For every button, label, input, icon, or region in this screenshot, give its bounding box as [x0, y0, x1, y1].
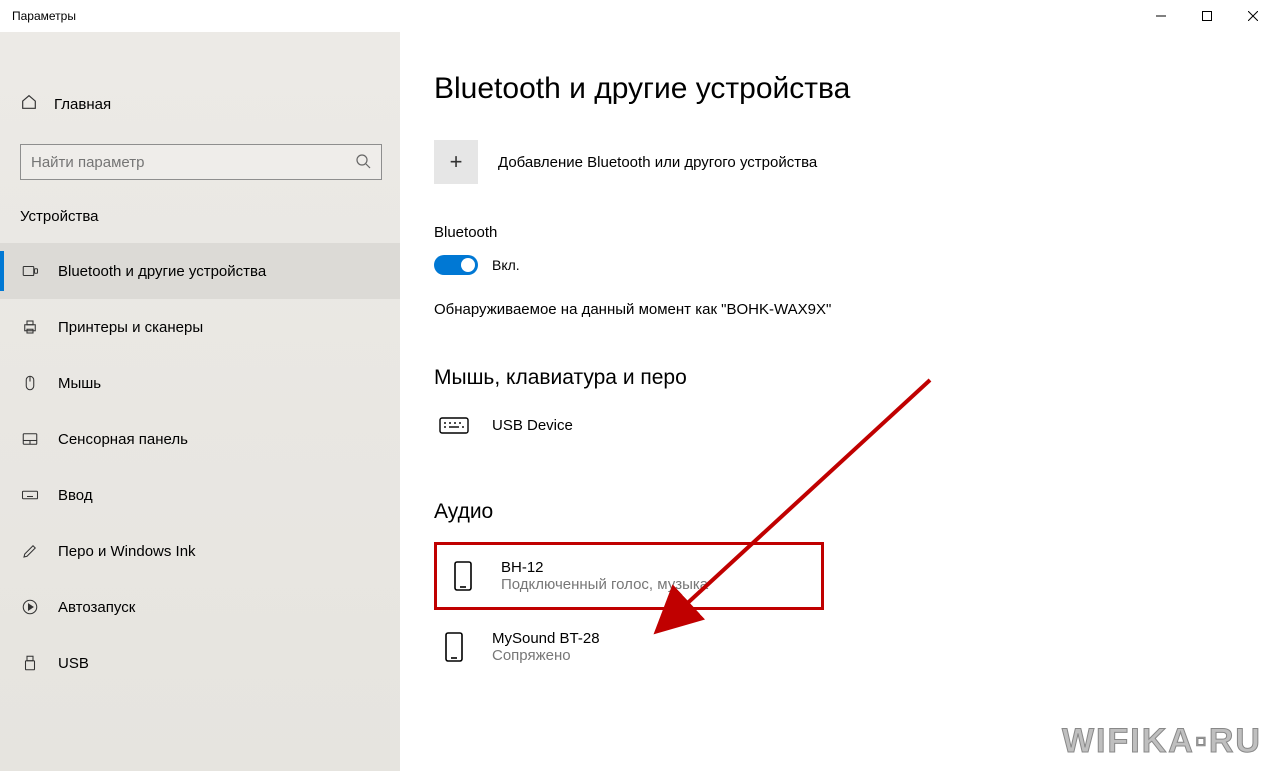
- usb-icon: [20, 654, 40, 672]
- sidebar-item-autoplay[interactable]: Автозапуск: [0, 579, 400, 635]
- sidebar-item-label: Принтеры и сканеры: [58, 319, 203, 336]
- device-name: BH-12: [501, 559, 708, 576]
- pen-icon: [20, 542, 40, 560]
- toggle-state-label: Вкл.: [492, 257, 520, 273]
- sidebar-item-touchpad[interactable]: Сенсорная панель: [0, 411, 400, 467]
- sidebar-item-label: Ввод: [58, 487, 93, 504]
- device-status: Подключенный голос, музыка: [501, 576, 708, 593]
- add-device-row[interactable]: + Добавление Bluetooth или другого устро…: [434, 140, 1276, 184]
- printer-icon: [20, 318, 40, 336]
- sidebar-item-label: Автозапуск: [58, 599, 135, 616]
- device-bh12[interactable]: BH-12 Подключенный голос, музыка: [437, 553, 821, 599]
- phone-device-icon: [443, 560, 483, 592]
- title-bar: Параметры: [0, 0, 1276, 32]
- sidebar-category: Устройства: [0, 194, 400, 243]
- sidebar-item-label: USB: [58, 655, 89, 672]
- page-title: Bluetooth и другие устройства: [434, 72, 1276, 106]
- keyboard-device-icon: [434, 414, 474, 436]
- device-name: MySound BT-28: [492, 630, 600, 647]
- sidebar-home-label: Главная: [54, 96, 111, 113]
- sidebar-item-bluetooth[interactable]: Bluetooth и другие устройства: [0, 243, 400, 299]
- device-status: Сопряжено: [492, 647, 600, 664]
- window-title: Параметры: [12, 9, 76, 23]
- sidebar-item-mouse[interactable]: Мышь: [0, 355, 400, 411]
- mouse-section-header: Мышь, клавиатура и перо: [434, 366, 1276, 390]
- sidebar-item-label: Сенсорная панель: [58, 431, 188, 448]
- phone-device-icon: [434, 631, 474, 663]
- sidebar-item-label: Перо и Windows Ink: [58, 543, 196, 560]
- bluetooth-label: Bluetooth: [434, 224, 1276, 241]
- device-usb[interactable]: USB Device: [434, 408, 1276, 442]
- close-button[interactable]: [1230, 0, 1276, 32]
- sidebar-item-printers[interactable]: Принтеры и сканеры: [0, 299, 400, 355]
- sidebar-item-label: Bluetooth и другие устройства: [58, 263, 266, 280]
- search-field[interactable]: [31, 154, 331, 171]
- maximize-button[interactable]: [1184, 0, 1230, 32]
- sidebar-item-typing[interactable]: Ввод: [0, 467, 400, 523]
- minimize-button[interactable]: [1138, 0, 1184, 32]
- sidebar-home[interactable]: Главная: [0, 84, 400, 124]
- highlighted-device: BH-12 Подключенный голос, музыка: [434, 542, 824, 610]
- search-input[interactable]: [20, 144, 382, 180]
- sidebar-item-pen[interactable]: Перо и Windows Ink: [0, 523, 400, 579]
- sidebar: Главная Устройства Bluetooth и другие ус…: [0, 32, 400, 771]
- bluetooth-toggle[interactable]: [434, 255, 478, 275]
- sidebar-item-usb[interactable]: USB: [0, 635, 400, 691]
- autoplay-icon: [20, 598, 40, 616]
- device-name: USB Device: [492, 417, 573, 434]
- touchpad-icon: [20, 430, 40, 448]
- plus-icon: +: [434, 140, 478, 184]
- mouse-icon: [20, 374, 40, 392]
- add-device-label: Добавление Bluetooth или другого устройс…: [498, 154, 817, 171]
- sidebar-item-label: Мышь: [58, 375, 101, 392]
- content-area: Bluetooth и другие устройства + Добавлен…: [400, 32, 1276, 771]
- search-icon: [355, 153, 371, 172]
- keyboard-icon: [20, 486, 40, 504]
- bluetooth-icon: [20, 262, 40, 280]
- audio-section-header: Аудио: [434, 500, 1276, 524]
- home-icon: [20, 93, 38, 115]
- watermark: WIFIKA▫RU: [1062, 722, 1262, 761]
- discoverable-text: Обнаруживаемое на данный момент как "BOH…: [434, 301, 1276, 318]
- device-mysound[interactable]: MySound BT-28 Сопряжено: [434, 624, 1276, 670]
